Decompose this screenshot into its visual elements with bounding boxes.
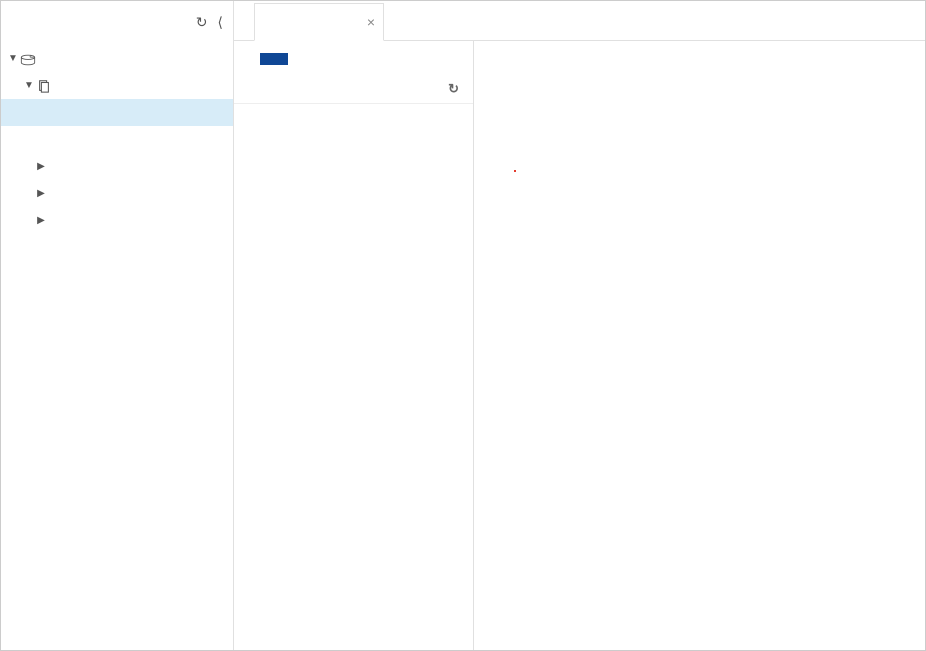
sidebar: ↻ ⟨ ▼ ▼	[1, 1, 234, 650]
caret-down-icon: ▼	[23, 80, 35, 91]
content: ↻	[234, 41, 925, 650]
items-panel: ↻	[234, 41, 474, 650]
caret-right-icon: ▶	[35, 188, 47, 199]
collection-icon	[35, 78, 53, 94]
items-table: ↻	[234, 75, 473, 104]
tabbar: ×	[234, 1, 925, 41]
tree-node-udfs[interactable]: ▶	[1, 180, 233, 207]
app-root: ↻ ⟨ ▼ ▼	[1, 1, 925, 650]
close-icon[interactable]: ×	[367, 14, 375, 30]
tree-node-items[interactable]	[1, 99, 233, 126]
tree-node-triggers[interactable]: ▶	[1, 207, 233, 234]
caret-down-icon: ▼	[7, 53, 19, 64]
main: × ↻	[234, 1, 925, 650]
caret-right-icon: ▶	[35, 161, 47, 172]
load-more-link[interactable]	[234, 104, 473, 164]
resource-tree: ▼ ▼ ▶	[1, 41, 233, 234]
refresh-icon[interactable]: ↻	[196, 14, 208, 31]
sidebar-header-icons: ↻ ⟨	[196, 14, 223, 31]
code-area[interactable]	[514, 119, 925, 650]
tree-node-scale-settings[interactable]	[1, 126, 233, 153]
refresh-icon[interactable]: ↻	[439, 81, 459, 97]
tab-items[interactable]: ×	[254, 3, 384, 41]
filter-row	[234, 53, 473, 75]
database-icon	[19, 51, 37, 66]
items-table-header: ↻	[234, 75, 473, 104]
caret-right-icon: ▶	[35, 215, 47, 226]
collapse-icon[interactable]: ⟨	[218, 14, 223, 31]
tree-node-database[interactable]: ▼	[1, 45, 233, 72]
tree-node-collection[interactable]: ▼	[1, 72, 233, 99]
json-editor[interactable]	[474, 41, 925, 650]
edit-filter-button[interactable]	[260, 53, 288, 65]
line-gutter	[474, 119, 514, 650]
sidebar-header: ↻ ⟨	[1, 1, 233, 41]
highlight-box	[514, 170, 516, 172]
tree-node-stored-procedures[interactable]: ▶	[1, 153, 233, 180]
